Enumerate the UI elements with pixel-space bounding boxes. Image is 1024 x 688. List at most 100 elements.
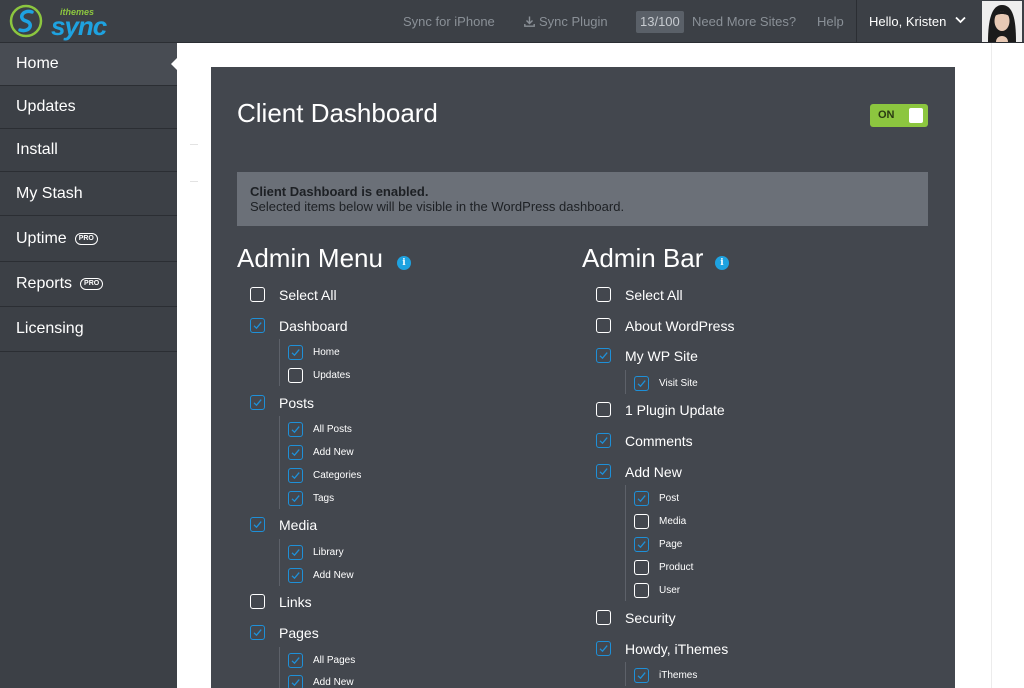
sidebar-nav: Home Updates Install My Stash Uptime PRO… [0,43,178,688]
pro-badge: PRO [80,278,104,290]
sidebar-item-licensing[interactable]: Licensing [0,307,177,352]
checkbox-checked[interactable] [250,318,265,333]
checkbox-checked[interactable] [288,491,303,506]
checkbox-checked[interactable] [596,348,611,363]
checkbox-unchecked[interactable] [596,287,611,302]
sidebar-item-label: My Stash [16,184,83,202]
admin-menu-heading: Admin Menu [237,243,383,273]
checkbox-checked[interactable] [634,491,649,506]
checkbox-label: User [659,585,681,596]
checkbox-unchecked[interactable] [634,560,649,575]
checkbox-checked[interactable] [288,345,303,360]
checkbox-unchecked[interactable] [596,318,611,333]
checkbox-label: iThemes [659,670,698,681]
checkbox-checked[interactable] [288,675,303,688]
checkbox-checked[interactable] [250,395,265,410]
download-icon [524,16,535,27]
checkbox-label: Tags [313,493,335,504]
checkbox-checked[interactable] [634,376,649,391]
checkbox-checked[interactable] [288,445,303,460]
sidebar-item-label: Uptime [16,229,67,247]
site-count-badge: 13/100 [636,11,684,33]
sidebar-item-label: Home [16,55,59,72]
divider [190,144,198,145]
notice-text: Selected items below will be visible in … [250,199,625,214]
checkbox-unchecked[interactable] [596,610,611,625]
sidebar-item-label: Install [16,141,58,158]
divider [991,43,992,688]
tree-indent-line [279,416,280,509]
checkbox-checked[interactable] [596,641,611,656]
checkbox-label: Home [313,347,340,358]
chevron-down-icon[interactable] [955,16,966,24]
checkbox-checked[interactable] [596,464,611,479]
checkbox-label: Updates [313,370,351,381]
checkbox-label: Add New [313,570,354,581]
checkbox-unchecked[interactable] [596,402,611,417]
checkbox-label: All Pages [313,655,356,666]
need-more-sites-link[interactable]: Need More Sites? [692,0,796,43]
sidebar-item-label: Reports [16,275,73,292]
checkbox-label: Links [279,594,312,610]
sync-plugin-link[interactable]: Sync Plugin [524,0,608,43]
checkbox-label: All Posts [313,424,352,435]
sidebar-item-reports[interactable]: Reports PRO [0,262,177,307]
checkbox-checked[interactable] [288,422,303,437]
tree-indent-line [625,370,626,394]
checkbox-checked[interactable] [288,568,303,583]
active-indicator [171,57,178,71]
admin-bar-info-icon[interactable]: i [715,256,729,270]
checkbox-label: Add New [313,447,354,458]
sidebar-item-my-stash[interactable]: My Stash [0,172,177,216]
checkbox-checked[interactable] [288,468,303,483]
toggle-knob [909,108,923,123]
top-bar: ithemes sync Sync for iPhone Sync Plugin… [0,0,1024,43]
sidebar-item-home[interactable]: Home [0,43,178,86]
admin-menu-info-icon[interactable]: i [397,256,411,270]
client-dashboard-toggle[interactable]: ON [870,104,928,127]
status-notice: Client Dashboard is enabled. Selected it… [237,172,928,226]
sidebar-item-install[interactable]: Install [0,129,177,172]
admin-bar-heading: Admin Bar [582,243,704,273]
sync-for-iphone-link[interactable]: Sync for iPhone [403,0,495,43]
pro-badge: PRO [74,232,98,245]
client-dashboard-panel: Client Dashboard ON Client Dashboard is … [211,67,955,688]
checkbox-checked[interactable] [288,545,303,560]
checkbox-unchecked[interactable] [634,514,649,529]
checkbox-label: Pages [279,625,319,641]
checkbox-label: Comments [625,433,693,449]
sidebar-item-updates[interactable]: Updates [0,86,177,129]
checkbox-checked[interactable] [596,433,611,448]
sidebar-item-uptime[interactable]: Uptime PRO [0,216,177,262]
checkbox-checked[interactable] [250,517,265,532]
sidebar-item-label: Licensing [16,320,84,337]
checkbox-unchecked[interactable] [250,287,265,302]
tree-indent-line [625,662,626,686]
checkbox-label: Categories [313,470,362,481]
checkbox-label: Add New [625,464,682,480]
toggle-label: ON [878,109,895,121]
checkbox-label: Security [625,610,676,626]
checkbox-label: Media [659,516,687,527]
checkbox-label: My WP Site [625,348,698,364]
checkbox-unchecked[interactable] [250,594,265,609]
checkbox-label: Dashboard [279,318,348,334]
help-link[interactable]: Help [817,0,844,43]
sync-plugin-label: Sync Plugin [539,14,608,29]
checkbox-checked[interactable] [288,653,303,668]
top-divider [856,0,857,43]
checkbox-unchecked[interactable] [288,368,303,383]
checkbox-label: Add New [313,677,354,688]
tree-indent-line [279,647,280,688]
notice-title: Client Dashboard is enabled. [250,184,429,199]
avatar[interactable] [982,1,1022,42]
ithemes-sync-logo[interactable]: ithemes sync [8,3,108,41]
checkbox-label: Media [279,517,318,533]
checkbox-label: About WordPress [625,318,735,334]
checkbox-unchecked[interactable] [634,583,649,598]
checkbox-checked[interactable] [634,537,649,552]
user-menu[interactable]: Hello, Kristen [869,0,946,43]
tree-indent-line [279,539,280,586]
checkbox-checked[interactable] [634,668,649,683]
checkbox-checked[interactable] [250,625,265,640]
